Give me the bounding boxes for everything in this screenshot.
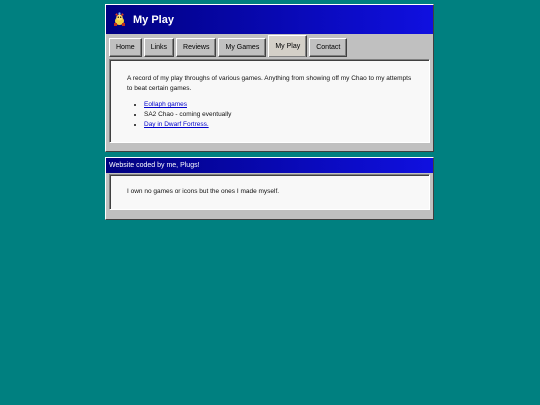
footer-titlebar: Website coded by me, Plugs!	[106, 158, 433, 173]
footer-status-bar	[109, 210, 430, 218]
dwarf-fortress-link[interactable]: Day in Dwarf Fortress.	[144, 121, 209, 128]
main-window: My Play Home Links Reviews My Games My P…	[105, 4, 434, 152]
list-item: SA2 Chao - coming eventually	[144, 110, 413, 120]
list-item: Day in Dwarf Fortress.	[144, 120, 413, 130]
tab-bar: Home Links Reviews My Games My Play Cont…	[106, 34, 433, 57]
footer-window: Website coded by me, Plugs! I own no gam…	[105, 157, 434, 220]
chao-icon	[112, 12, 127, 27]
eollaph-games-link[interactable]: Eollaph games	[144, 101, 187, 108]
list-item: Eollaph games	[144, 100, 413, 110]
tab-contact[interactable]: Contact	[309, 38, 348, 57]
page-title: My Play	[133, 13, 174, 26]
intro-text: A record of my play throughs of various …	[127, 75, 412, 92]
status-bar	[109, 142, 430, 150]
footer-title: Website coded by me, Plugs!	[109, 162, 200, 169]
tab-home[interactable]: Home	[109, 38, 142, 57]
play-list: Eollaph games SA2 Chao - coming eventual…	[127, 100, 413, 130]
tab-my-games[interactable]: My Games	[218, 38, 267, 57]
content-panel: A record of my play throughs of various …	[109, 59, 430, 143]
main-titlebar: My Play	[106, 5, 433, 34]
sa2-chao-text: SA2 Chao - coming eventually	[144, 111, 232, 118]
footer-text: I own no games or icons but the ones I m…	[127, 188, 280, 195]
tab-links[interactable]: Links	[143, 38, 175, 57]
tab-my-play[interactable]: My Play	[268, 35, 308, 57]
footer-panel: I own no games or icons but the ones I m…	[109, 174, 430, 210]
tab-reviews[interactable]: Reviews	[176, 38, 217, 57]
